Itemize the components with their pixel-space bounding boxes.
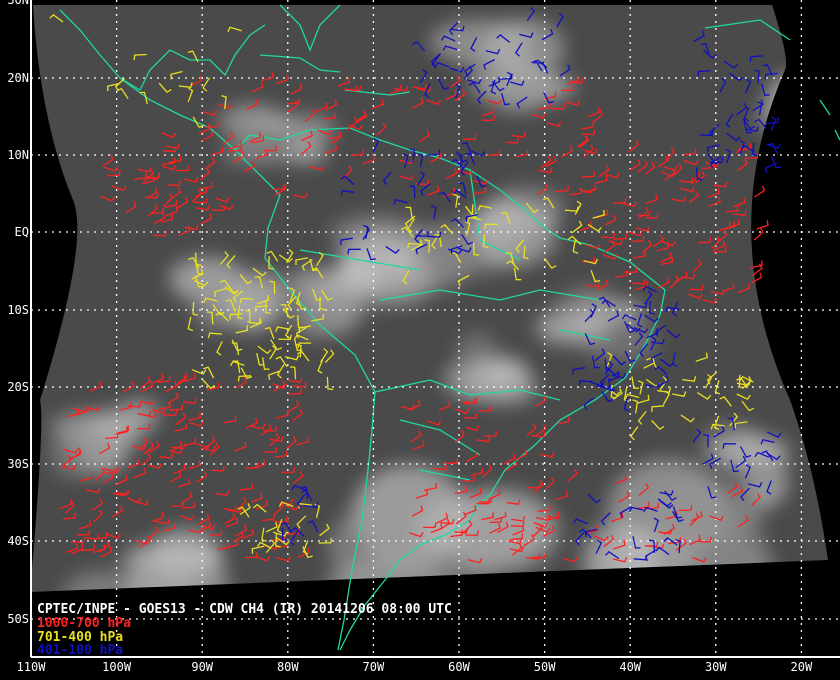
lat-label: 10N bbox=[7, 148, 29, 162]
lon-label: 60W bbox=[448, 660, 470, 674]
cloud-area bbox=[764, 107, 800, 129]
lon-label: 70W bbox=[362, 660, 385, 674]
lon-label: 100W bbox=[102, 660, 132, 674]
lon-label: 50W bbox=[533, 660, 556, 674]
satellite-wind-map bbox=[0, 0, 840, 680]
cloud-area bbox=[484, 18, 565, 79]
lon-label: 90W bbox=[191, 660, 214, 674]
wind-barb bbox=[756, 220, 769, 230]
cloud-area bbox=[94, 411, 145, 439]
cloud-area bbox=[714, 437, 791, 464]
lat-label: EQ bbox=[14, 225, 29, 239]
lon-label: 30W bbox=[704, 660, 727, 674]
legend-low-level: 1000-700 hPa bbox=[37, 616, 131, 631]
cloud-area bbox=[767, 74, 816, 108]
image-title: CPTEC/INPE - GOES13 - CDW CH4 (IR) 20141… bbox=[37, 602, 452, 617]
lat-label: 30N bbox=[7, 0, 29, 7]
lon-label: 80W bbox=[276, 660, 299, 674]
lon-label: 40W bbox=[619, 660, 642, 674]
lat-label: 20S bbox=[7, 380, 29, 394]
lat-label: 20N bbox=[7, 71, 29, 85]
lat-label: 40S bbox=[7, 534, 29, 548]
legend-upper-level: 401-100 hPa bbox=[37, 643, 124, 658]
lon-label: 20W bbox=[790, 660, 813, 674]
cloud-area bbox=[774, 99, 828, 122]
cloud-area bbox=[762, 92, 828, 125]
cloud-area bbox=[224, 275, 289, 327]
satellite-ir-image bbox=[30, 5, 828, 592]
wind-barb bbox=[771, 156, 782, 169]
wind-barb bbox=[765, 117, 779, 125]
wind-barb bbox=[754, 185, 766, 198]
lat-label: 30S bbox=[7, 457, 29, 471]
wind-barb bbox=[753, 227, 764, 241]
lon-label: 110W bbox=[16, 660, 46, 674]
lat-label: 50S bbox=[7, 612, 29, 626]
wind-barb bbox=[770, 116, 777, 131]
cloud-area bbox=[462, 356, 533, 405]
lat-label: 10S bbox=[7, 303, 29, 317]
